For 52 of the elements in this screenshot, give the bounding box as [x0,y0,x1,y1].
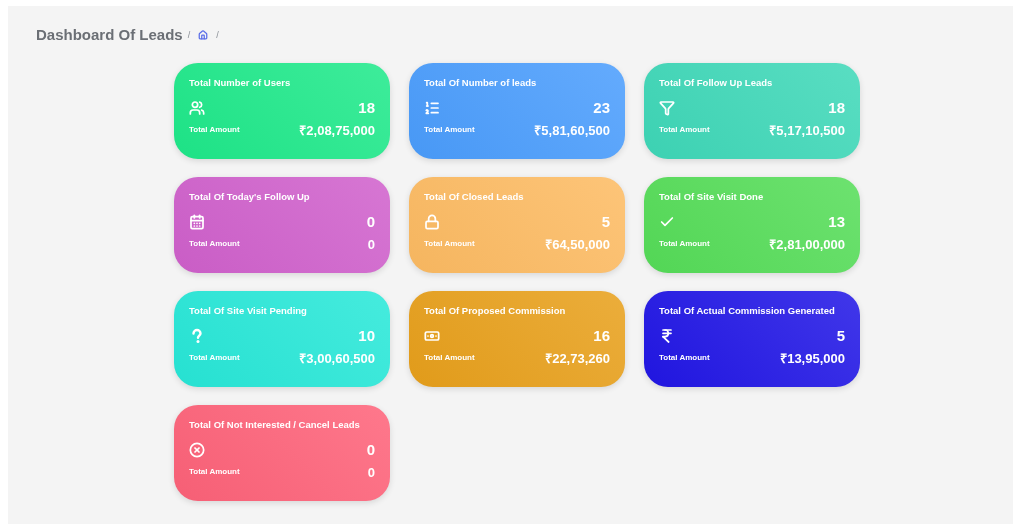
breadcrumb-separator: / [216,28,219,42]
amount-label: Total Amount [424,124,475,137]
card-title: Total Of Site Visit Done [659,190,765,203]
home-icon[interactable] [198,30,209,41]
card-count: 16 [593,326,610,345]
calendar-icon [189,213,205,230]
card-title: Total Of Follow Up Leads [659,76,774,89]
card-title: Total Of Actual Commission Generated [659,304,836,317]
card-count: 18 [828,98,845,117]
card-count: 18 [358,98,375,117]
amount-value: ₹13,95,000 [780,349,845,368]
card-count: 10 [358,326,375,345]
amount-label: Total Amount [189,124,240,137]
card-count: 5 [601,212,610,231]
amount-value: 0 [367,463,375,482]
card-title: Total Of Not Interested / Cancel Leads [189,418,361,431]
amount-label: Total Amount [659,124,710,137]
amount-value: 0 [367,235,375,254]
card-title: Total Of Site Visit Pending [189,304,308,317]
amount-label: Total Amount [189,352,240,365]
amount-label: Total Amount [424,238,475,251]
card-title: Total Number of Users [189,76,292,89]
card-title: Total Of Number of leads [424,76,538,89]
amount-value: ₹2,81,00,000 [769,235,845,254]
users-icon [189,99,205,116]
card-title: Total Of Today's Follow Up [189,190,311,203]
amount-value: ₹5,81,60,500 [534,121,610,140]
lock-icon [424,213,440,230]
amount-label: Total Amount [659,352,710,365]
amount-value: ₹64,50,000 [545,235,610,254]
card-title: Total Of Proposed Commission [424,304,567,317]
card-count: 23 [593,98,610,117]
card-count: 0 [366,440,375,459]
card-count: 5 [836,326,845,345]
amount-label: Total Amount [189,466,240,479]
card-count: 0 [366,212,375,231]
amount-value: ₹2,08,75,000 [299,121,375,140]
amount-label: Total Amount [659,238,710,251]
numbered-list-icon [424,99,440,116]
amount-value: ₹5,17,10,500 [769,121,845,140]
question-mark-icon [189,327,205,344]
page-title: Dashboard Of Leads [36,25,183,45]
amount-label: Total Amount [189,238,240,251]
close-circle-icon [189,441,205,458]
breadcrumb-separator: / [187,28,191,42]
rupee-icon [659,327,675,344]
amount-value: ₹22,73,260 [545,349,610,368]
amount-value: ₹3,00,60,500 [299,349,375,368]
amount-label: Total Amount [424,352,475,365]
funnel-icon [659,99,675,116]
card-title: Total Of Closed Leads [424,190,525,203]
card-count: 13 [828,212,845,231]
